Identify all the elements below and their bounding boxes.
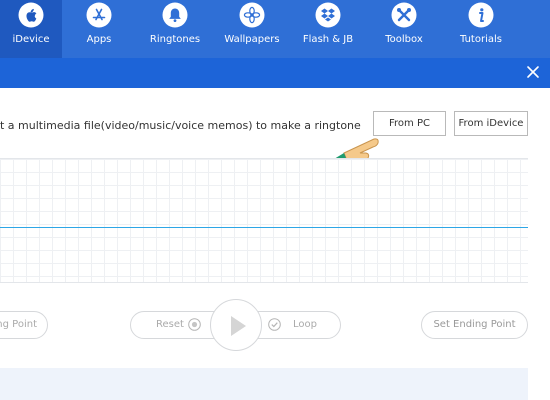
- close-icon[interactable]: [526, 65, 540, 79]
- loop-toggle[interactable]: Loop: [293, 319, 317, 330]
- nav-item-idevice[interactable]: iDevice: [0, 0, 62, 58]
- set-starting-point-button[interactable]: ng Point: [0, 311, 48, 339]
- waveform-line: [0, 227, 528, 228]
- play-button[interactable]: [210, 299, 262, 351]
- flower-icon: [239, 2, 265, 28]
- nav-label: Flash & JB: [302, 34, 354, 45]
- nav-item-toolbox[interactable]: Toolbox: [366, 0, 442, 58]
- instruction-text: t a multimedia file(video/music/voice me…: [0, 119, 361, 132]
- nav-item-apps[interactable]: Apps: [62, 0, 136, 58]
- nav-label: Ringtones: [149, 34, 201, 45]
- nav-item-ringtones[interactable]: Ringtones: [136, 0, 214, 58]
- loop-check-icon[interactable]: [268, 318, 281, 331]
- top-navigation: iDevice Apps Ringtones Wallpapers Flash …: [0, 0, 550, 58]
- nav-label: Toolbox: [385, 34, 423, 45]
- set-ending-point-button[interactable]: Set Ending Point: [421, 311, 528, 339]
- apple-icon: [18, 2, 44, 28]
- dropbox-icon: [315, 2, 341, 28]
- from-idevice-button[interactable]: From iDevice: [454, 111, 528, 136]
- play-icon: [231, 316, 246, 336]
- from-pc-button[interactable]: From PC: [373, 111, 446, 136]
- dialog-title-bar: [0, 58, 550, 88]
- app-store-icon: [86, 2, 112, 28]
- nav-label: Wallpapers: [224, 34, 280, 45]
- bottom-bar: [0, 368, 528, 400]
- info-icon: [468, 2, 494, 28]
- nav-item-wallpapers[interactable]: Wallpapers: [214, 0, 290, 58]
- reset-button[interactable]: Reset: [156, 319, 184, 330]
- reset-icon[interactable]: [188, 318, 201, 331]
- nav-label: Apps: [86, 34, 112, 45]
- waveform-area[interactable]: [0, 158, 528, 283]
- tools-icon: [391, 2, 417, 28]
- nav-label: iDevice: [12, 34, 50, 45]
- nav-item-flash-jb[interactable]: Flash & JB: [290, 0, 366, 58]
- nav-item-tutorials[interactable]: Tutorials: [442, 0, 520, 58]
- nav-label: Tutorials: [460, 34, 502, 45]
- bell-icon: [162, 2, 188, 28]
